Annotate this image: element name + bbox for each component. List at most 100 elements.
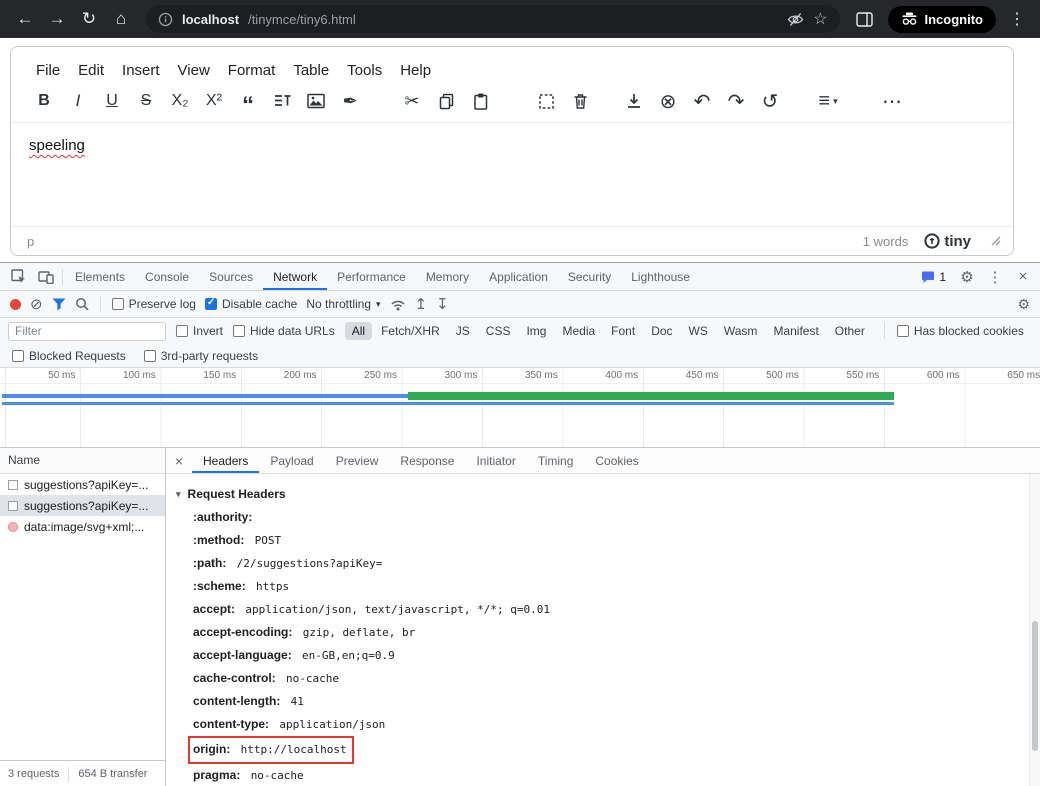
align-button[interactable]: ≡ ▾ [815, 88, 841, 114]
permanent-pen-button[interactable]: ✒ [337, 88, 363, 114]
toolbar-overflow-button[interactable]: ⋯ [879, 88, 905, 114]
menu-format[interactable]: Format [219, 57, 285, 84]
editor-content[interactable]: speeling [11, 122, 1013, 226]
cancel-button[interactable]: ⊗ [655, 88, 681, 114]
menu-table[interactable]: Table [284, 57, 338, 84]
element-path[interactable]: p [27, 234, 34, 249]
request-row[interactable]: suggestions?apiKey=... [0, 474, 165, 495]
filter-css[interactable]: CSS [479, 322, 518, 340]
filter-img[interactable]: Img [519, 322, 553, 340]
image-button[interactable] [303, 88, 329, 114]
filter-js[interactable]: JS [449, 322, 477, 340]
filter-other[interactable]: Other [828, 322, 872, 340]
name-column-header[interactable]: Name [0, 448, 165, 474]
record-button[interactable] [10, 299, 21, 310]
tab-security[interactable]: Security [558, 263, 621, 290]
redo-button[interactable]: ↷ [723, 88, 749, 114]
request-row[interactable]: data:image/svg+xml;... [0, 516, 165, 537]
export-button[interactable] [621, 88, 647, 114]
filter-toggle-icon[interactable] [52, 298, 66, 311]
subscript-button[interactable]: X₂ [167, 88, 193, 114]
bookmark-star-icon[interactable]: ☆ [813, 9, 827, 29]
request-row-selected[interactable]: suggestions?apiKey=... [0, 495, 165, 516]
menu-file[interactable]: File [27, 57, 69, 84]
select-all-button[interactable] [533, 88, 559, 114]
detail-tab-payload[interactable]: Payload [259, 448, 324, 473]
throttling-dropdown[interactable]: No throttling ▾ [306, 297, 380, 311]
scrollbar-thumb[interactable] [1032, 621, 1038, 751]
bold-button[interactable]: B [31, 88, 57, 114]
detail-tab-initiator[interactable]: Initiator [465, 448, 526, 473]
word-count[interactable]: 1 words [863, 234, 909, 249]
search-icon[interactable] [75, 297, 89, 311]
tab-elements[interactable]: Elements [65, 263, 135, 290]
close-details-icon[interactable]: × [166, 448, 192, 473]
filter-fetch-xhr[interactable]: Fetch/XHR [374, 322, 447, 340]
tab-memory[interactable]: Memory [416, 263, 479, 290]
tab-console[interactable]: Console [135, 263, 199, 290]
filter-doc[interactable]: Doc [644, 322, 679, 340]
detail-tab-response[interactable]: Response [389, 448, 465, 473]
filter-ws[interactable]: WS [682, 322, 715, 340]
copy-button[interactable] [433, 88, 459, 114]
strikethrough-button[interactable]: S [133, 88, 159, 114]
detail-tab-cookies[interactable]: Cookies [584, 448, 649, 473]
disable-cache-checkbox[interactable]: Disable cache [205, 297, 297, 311]
export-har-icon[interactable]: ↧ [436, 295, 449, 313]
eye-blocked-icon[interactable] [787, 12, 804, 27]
scrollbar[interactable] [1029, 474, 1040, 786]
hide-data-urls-checkbox[interactable]: Hide data URLs [233, 324, 335, 338]
paste-button[interactable] [467, 88, 493, 114]
inspect-element-icon[interactable] [4, 263, 32, 290]
import-har-icon[interactable]: ↥ [415, 295, 428, 313]
home-button[interactable]: ⌂ [106, 4, 136, 34]
devtools-close-icon[interactable]: × [1010, 264, 1036, 290]
detail-tab-headers[interactable]: Headers [192, 448, 259, 473]
remove-button[interactable] [567, 88, 593, 114]
underline-button[interactable]: U [99, 88, 125, 114]
side-panel-icon[interactable] [850, 4, 880, 34]
request-headers-toggle[interactable]: ▾ Request Headers [176, 482, 1020, 506]
filter-media[interactable]: Media [555, 322, 602, 340]
undo-button[interactable]: ↶ [689, 88, 715, 114]
misspelled-word[interactable]: speeling [29, 137, 85, 154]
filter-wasm[interactable]: Wasm [717, 322, 765, 340]
clear-button[interactable]: ⊘ [30, 295, 43, 313]
issues-button[interactable]: 1 [915, 270, 952, 284]
reload-button[interactable]: ↻ [74, 4, 104, 34]
menu-insert[interactable]: Insert [113, 57, 169, 84]
blockquote-button[interactable]: “ [235, 88, 261, 114]
filter-manifest[interactable]: Manifest [766, 322, 825, 340]
network-overview-timeline[interactable]: 50 ms 100 ms 150 ms 200 ms 250 ms 300 ms… [0, 368, 1040, 448]
tab-application[interactable]: Application [479, 263, 558, 290]
tab-network[interactable]: Network [263, 263, 327, 290]
filter-all[interactable]: All [345, 322, 372, 340]
detail-tab-preview[interactable]: Preview [325, 448, 390, 473]
blocked-requests-checkbox[interactable]: Blocked Requests [12, 349, 126, 363]
line-height-button[interactable] [269, 88, 295, 114]
resize-handle[interactable] [991, 236, 1001, 246]
forward-button[interactable]: → [42, 4, 72, 34]
preserve-log-checkbox[interactable]: Preserve log [112, 297, 196, 311]
tab-lighthouse[interactable]: Lighthouse [621, 263, 700, 290]
devtools-settings-icon[interactable]: ⚙ [954, 264, 980, 290]
superscript-button[interactable]: X² [201, 88, 227, 114]
restore-draft-button[interactable]: ↺ [757, 88, 783, 114]
invert-checkbox[interactable]: Invert [176, 324, 223, 338]
has-blocked-cookies-checkbox[interactable]: Has blocked cookies [897, 324, 1024, 338]
detail-tab-timing[interactable]: Timing [527, 448, 585, 473]
tab-performance[interactable]: Performance [327, 263, 416, 290]
filter-input[interactable] [8, 322, 166, 341]
italic-button[interactable]: I [65, 88, 91, 114]
network-conditions-icon[interactable] [390, 297, 406, 311]
browser-menu-icon[interactable]: ⋮ [1004, 9, 1030, 29]
devtools-menu-icon[interactable]: ⋮ [982, 264, 1008, 290]
address-bar[interactable]: localhost /tinymce/tiny6.html ☆ [146, 5, 840, 33]
menu-help[interactable]: Help [391, 57, 440, 84]
third-party-requests-checkbox[interactable]: 3rd-party requests [144, 349, 258, 363]
tinymce-logo[interactable]: tiny [924, 233, 971, 250]
menu-edit[interactable]: Edit [69, 57, 113, 84]
filter-font[interactable]: Font [604, 322, 642, 340]
menu-view[interactable]: View [169, 57, 219, 84]
back-button[interactable]: ← [10, 4, 40, 34]
